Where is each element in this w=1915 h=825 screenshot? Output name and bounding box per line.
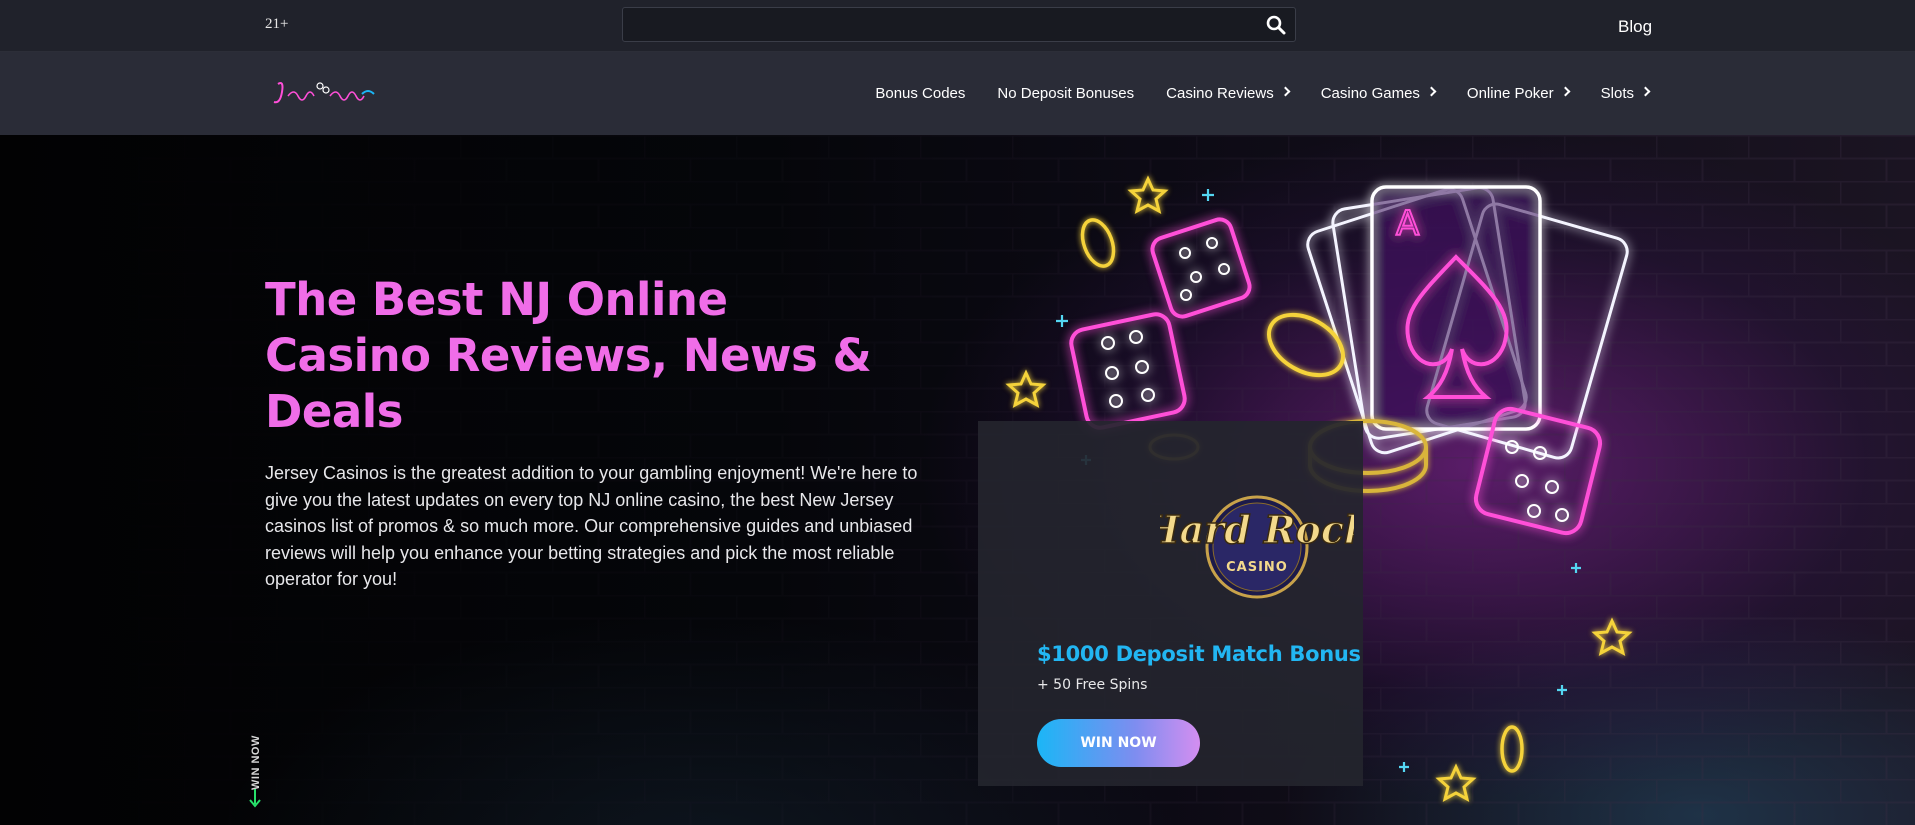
chevron-right-icon	[1280, 86, 1291, 97]
hard-rock-casino-logo[interactable]: Hard Rock CASINO	[1160, 485, 1354, 605]
bonus-subtitle: + 50 Free Spins	[1037, 677, 1148, 693]
site-logo[interactable]	[270, 74, 380, 114]
nav-item-casino-reviews[interactable]: Casino Reviews	[1166, 85, 1291, 102]
nav-item-slots[interactable]: Slots	[1601, 85, 1651, 102]
chevron-right-icon	[1640, 86, 1651, 97]
nav-menu: Bonus Codes No Deposit Bonuses Casino Re…	[843, 52, 1651, 135]
search-icon[interactable]	[1265, 14, 1287, 36]
nav-item-online-poker[interactable]: Online Poker	[1467, 85, 1571, 102]
hero-section: The Best NJ Online Casino Reviews, News …	[0, 135, 1915, 825]
svg-text:Hard Rock: Hard Rock	[1160, 507, 1354, 552]
age-restriction-badge: 21+	[265, 16, 289, 32]
svg-text:CASINO: CASINO	[1226, 560, 1288, 575]
bonus-title: $1000 Deposit Match Bonus	[1037, 642, 1361, 666]
blog-link[interactable]: Blog	[1618, 17, 1652, 37]
neon-casino-illustration: A	[1005, 175, 1633, 802]
search-input[interactable]	[623, 8, 1243, 41]
nav-item-no-deposit-bonuses[interactable]: No Deposit Bonuses	[997, 85, 1134, 102]
chevron-right-icon	[1560, 86, 1571, 97]
nav-item-bonus-codes[interactable]: Bonus Codes	[875, 85, 965, 102]
win-now-button[interactable]: WIN NOW	[1037, 719, 1200, 767]
nav-item-casino-games[interactable]: Casino Games	[1321, 85, 1437, 102]
top-bar: 21+ Blog	[0, 0, 1915, 52]
main-navigation: Bonus Codes No Deposit Bonuses Casino Re…	[0, 52, 1915, 135]
svg-text:A: A	[1396, 204, 1419, 244]
search-box	[622, 7, 1296, 42]
chevron-right-icon	[1426, 86, 1437, 97]
